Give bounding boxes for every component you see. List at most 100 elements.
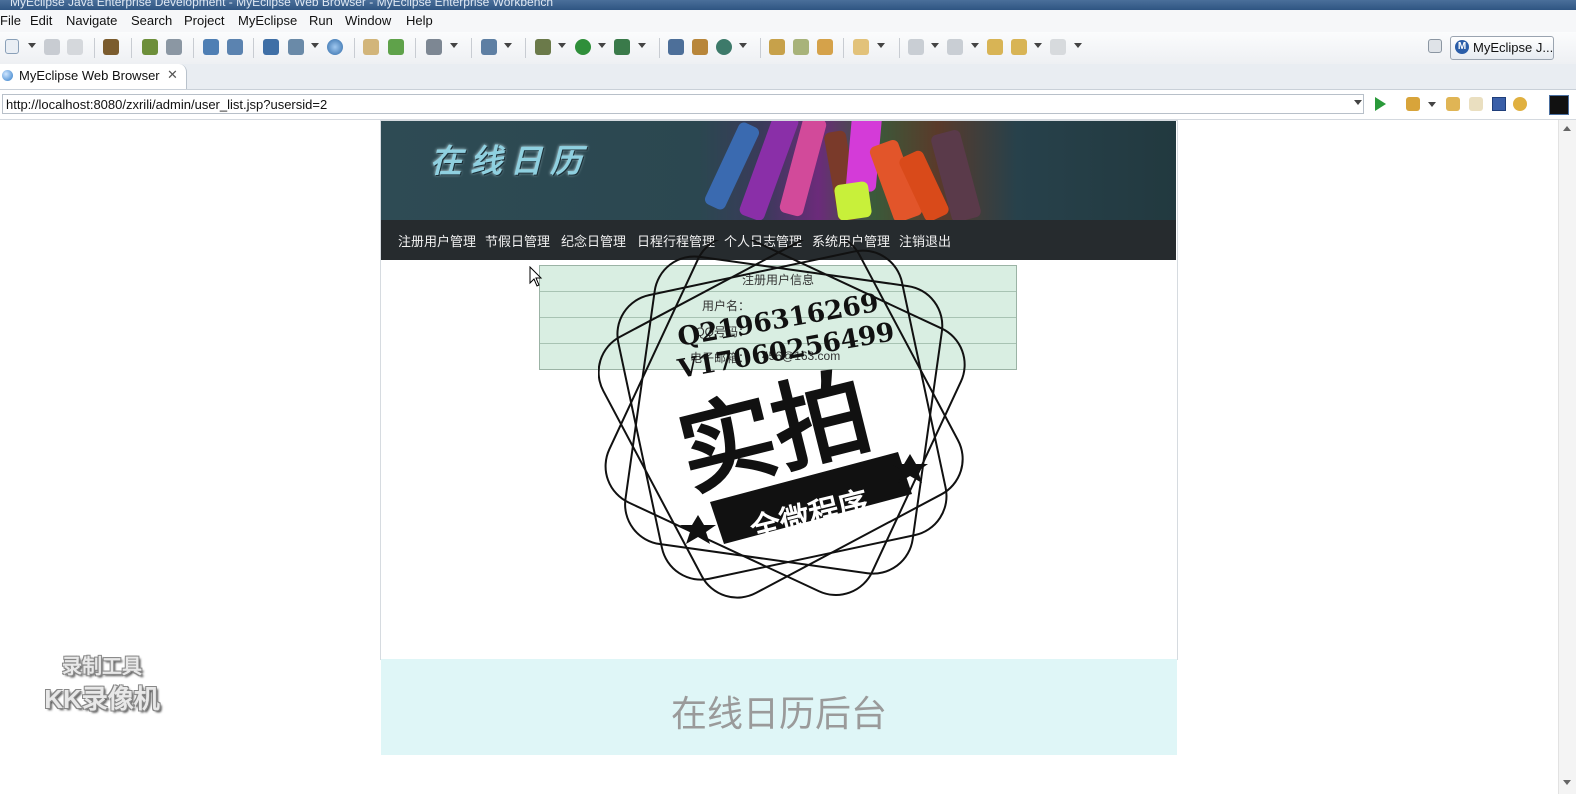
external-tools-icon[interactable] <box>614 39 630 55</box>
mouse-cursor-icon <box>529 266 543 287</box>
package-icon[interactable] <box>103 39 119 55</box>
deploy-icon[interactable] <box>142 39 158 55</box>
refresh-dropdown-icon[interactable] <box>739 43 747 48</box>
folder-icon[interactable] <box>853 39 869 55</box>
annotation-dropdown-icon[interactable] <box>931 43 939 48</box>
last-edit-icon[interactable] <box>987 39 1003 55</box>
toolbar-separator <box>525 38 526 58</box>
nav-registered-users[interactable]: 注册用户管理 <box>398 231 476 250</box>
toolbar-separator <box>415 38 416 58</box>
tab-web-browser[interactable]: MyEclipse Web Browser ✕ <box>0 64 187 89</box>
toolbar-separator <box>659 38 660 58</box>
menu-help[interactable]: Help <box>406 13 433 28</box>
folder-dropdown-icon[interactable] <box>877 43 885 48</box>
recorder-line-1: 录制工具 <box>62 656 142 678</box>
toolbar-separator <box>253 38 254 58</box>
scroll-down-icon[interactable] <box>1563 780 1571 785</box>
browser-refresh-icon[interactable] <box>1513 97 1527 111</box>
pin-icon[interactable] <box>793 39 809 55</box>
toolbar-separator <box>843 38 844 58</box>
menu-bar: File Edit Navigate Search Project MyEcli… <box>0 10 1576 33</box>
toolbar-separator <box>354 38 355 58</box>
task-icon[interactable] <box>817 39 833 55</box>
site-logo: 在线日历 <box>430 142 591 180</box>
footer-text: 在线日历后台 <box>670 693 887 734</box>
add-icon[interactable] <box>388 39 404 55</box>
console-icon[interactable] <box>1549 95 1569 115</box>
window-title-bar: MyEclipse Java Enterprise Development - … <box>0 0 1576 10</box>
back-icon[interactable] <box>1011 39 1027 55</box>
tools-dropdown-icon[interactable] <box>638 43 646 48</box>
next-annotation-icon[interactable] <box>908 39 924 55</box>
toolbar-separator <box>131 38 132 58</box>
window-icon[interactable] <box>481 39 497 55</box>
browser-globe-icon <box>2 70 13 81</box>
open-perspective-icon[interactable] <box>1428 39 1442 53</box>
server-icon[interactable] <box>166 39 182 55</box>
nav-holidays[interactable]: 节假日管理 <box>485 231 550 250</box>
recorder-watermark: 录制工具 KK录像机 <box>32 650 172 716</box>
site-footer: 在线日历后台 <box>381 659 1177 755</box>
back-dropdown-icon[interactable] <box>1034 43 1042 48</box>
stop-icon[interactable] <box>1492 97 1506 111</box>
run-icon[interactable] <box>575 39 591 55</box>
bookmark-dropdown-icon[interactable] <box>1428 102 1436 107</box>
url-input[interactable] <box>2 94 1364 114</box>
camera-dropdown-icon[interactable] <box>450 43 458 48</box>
camera-icon[interactable] <box>426 39 442 55</box>
menu-run[interactable]: Run <box>309 13 333 28</box>
bookmark-icon[interactable] <box>1406 97 1420 111</box>
go-icon[interactable] <box>1375 97 1386 111</box>
export-icon[interactable] <box>288 39 304 55</box>
url-dropdown-icon[interactable] <box>1354 100 1362 105</box>
toolbar-separator <box>899 38 900 58</box>
perspective-label: MyEclipse J... <box>1473 40 1554 55</box>
perspective-button[interactable]: M MyEclipse J... <box>1450 36 1554 60</box>
new-icon[interactable] <box>5 39 19 54</box>
recorder-line-2: KK录像机 <box>44 684 160 714</box>
refresh-icon[interactable] <box>716 39 732 55</box>
forward-icon[interactable] <box>1050 39 1066 55</box>
browser-forward-icon[interactable] <box>1469 97 1483 111</box>
menu-project[interactable]: Project <box>184 13 224 28</box>
scroll-up-icon[interactable] <box>1563 126 1571 131</box>
prev-annotation-icon[interactable] <box>947 39 963 55</box>
watermark-stamp: Q2196316269 V17060256499 实拍 全微程序 <box>598 240 966 599</box>
hierarchy-icon[interactable] <box>263 39 279 55</box>
window-dropdown-icon[interactable] <box>504 43 512 48</box>
tab-label: MyEclipse Web Browser <box>19 68 160 83</box>
export-dropdown-icon[interactable] <box>311 43 319 48</box>
address-bar <box>0 90 1576 120</box>
open-folder-icon[interactable] <box>363 39 379 55</box>
new-server-icon[interactable] <box>668 39 684 55</box>
print-icon[interactable] <box>67 39 83 55</box>
close-tab-icon[interactable]: ✕ <box>167 67 178 83</box>
open-type-icon[interactable] <box>769 39 785 55</box>
menu-myeclipse[interactable]: MyEclipse <box>238 13 297 28</box>
toolbar-separator <box>471 38 472 58</box>
banner-decoration <box>833 180 873 220</box>
forward-dropdown-icon[interactable] <box>1074 43 1082 48</box>
menu-navigate[interactable]: Navigate <box>66 13 117 28</box>
prev-annotation-dropdown-icon[interactable] <box>971 43 979 48</box>
menu-file[interactable]: File <box>0 13 21 28</box>
new-dropdown-icon[interactable] <box>28 43 36 48</box>
debug-dropdown-icon[interactable] <box>558 43 566 48</box>
toolbar-separator <box>193 38 194 58</box>
new-class-icon[interactable] <box>692 39 708 55</box>
editor-tab-bar <box>0 64 1576 90</box>
save-icon[interactable] <box>44 39 60 55</box>
myeclipse-logo-icon: M <box>1455 40 1469 54</box>
run-dropdown-icon[interactable] <box>598 43 606 48</box>
main-toolbar <box>0 32 1576 65</box>
globe-icon[interactable] <box>327 39 343 55</box>
vertical-scrollbar[interactable] <box>1558 120 1576 794</box>
menu-search[interactable]: Search <box>131 13 172 28</box>
menu-edit[interactable]: Edit <box>30 13 52 28</box>
toolbar-separator <box>760 38 761 58</box>
browser-back-icon[interactable] <box>1446 97 1460 111</box>
edit-icon[interactable] <box>203 39 219 55</box>
search-edit-icon[interactable] <box>227 39 243 55</box>
menu-window[interactable]: Window <box>345 13 391 28</box>
debug-icon[interactable] <box>535 39 551 55</box>
